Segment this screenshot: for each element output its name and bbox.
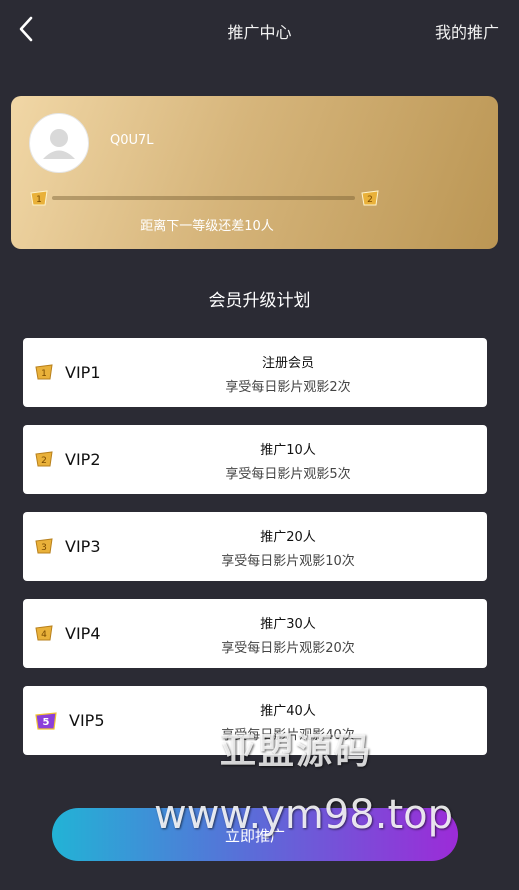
header-bar: 推广中心 我的推广 <box>0 0 519 60</box>
next-level-number: 2 <box>367 195 373 205</box>
vip-benefit: 享受每日影片观影20次 <box>221 641 355 656</box>
vip-requirement: 推广40人 <box>260 704 316 719</box>
vip-tier-card: 3 VIP3 推广20人 享受每日影片观影10次 <box>23 512 487 581</box>
current-level-badge-icon: 1 <box>30 190 48 206</box>
vip-badge-number: 1 <box>41 369 47 379</box>
vip-tier-card: 1 VIP1 注册会员 享受每日影片观影2次 <box>23 338 487 407</box>
progress-text: 距离下一等级还差10人 <box>140 219 274 234</box>
vip-badge-number: 3 <box>41 543 47 553</box>
vip-badge-icon: 5 <box>35 712 57 730</box>
vip-badge-icon: 1 <box>35 364 53 380</box>
user-icon <box>43 129 75 159</box>
level-card: Q0U7L 1 2 距离下一等级还差10人 <box>11 96 498 249</box>
vip-benefit: 享受每日影片观影2次 <box>225 380 351 395</box>
vip-requirement: 推广10人 <box>260 443 316 458</box>
vip-requirement: 注册会员 <box>261 356 314 371</box>
vip-badge-number: 4 <box>41 630 47 640</box>
vip-name: VIP5 <box>69 711 105 730</box>
my-promotion-link[interactable]: 我的推广 <box>435 19 499 43</box>
vip-name: VIP3 <box>65 537 101 556</box>
current-level-number: 1 <box>36 195 42 205</box>
vip-name: VIP2 <box>65 450 101 469</box>
plan-title: 会员升级计划 <box>208 291 311 311</box>
watermark-cn: 亚盟源码 <box>220 731 373 772</box>
vip-tier-card: 4 VIP4 推广30人 享受每日影片观影20次 <box>23 599 487 668</box>
vip-name: VIP4 <box>65 624 101 643</box>
vip-tier-card: 2 VIP2 推广10人 享受每日影片观影5次 <box>23 425 487 494</box>
vip-badge-icon: 3 <box>35 538 53 554</box>
next-level-badge-icon: 2 <box>361 190 379 206</box>
vip-benefit: 享受每日影片观影5次 <box>225 467 351 482</box>
watermark-url: www.ym98.top <box>154 792 453 838</box>
vip-requirement: 推广20人 <box>260 530 316 545</box>
vip-badge-icon: 4 <box>35 625 53 641</box>
vip-badge-number: 5 <box>43 717 50 728</box>
avatar <box>29 113 89 173</box>
vip-badge-icon: 2 <box>35 451 53 467</box>
vip-benefit: 享受每日影片观影10次 <box>221 554 355 569</box>
vip-name: VIP1 <box>65 363 101 382</box>
username: Q0U7L <box>110 133 154 148</box>
level-progress-bar <box>52 196 355 200</box>
vip-badge-number: 2 <box>41 456 47 466</box>
vip-requirement: 推广30人 <box>260 617 316 632</box>
